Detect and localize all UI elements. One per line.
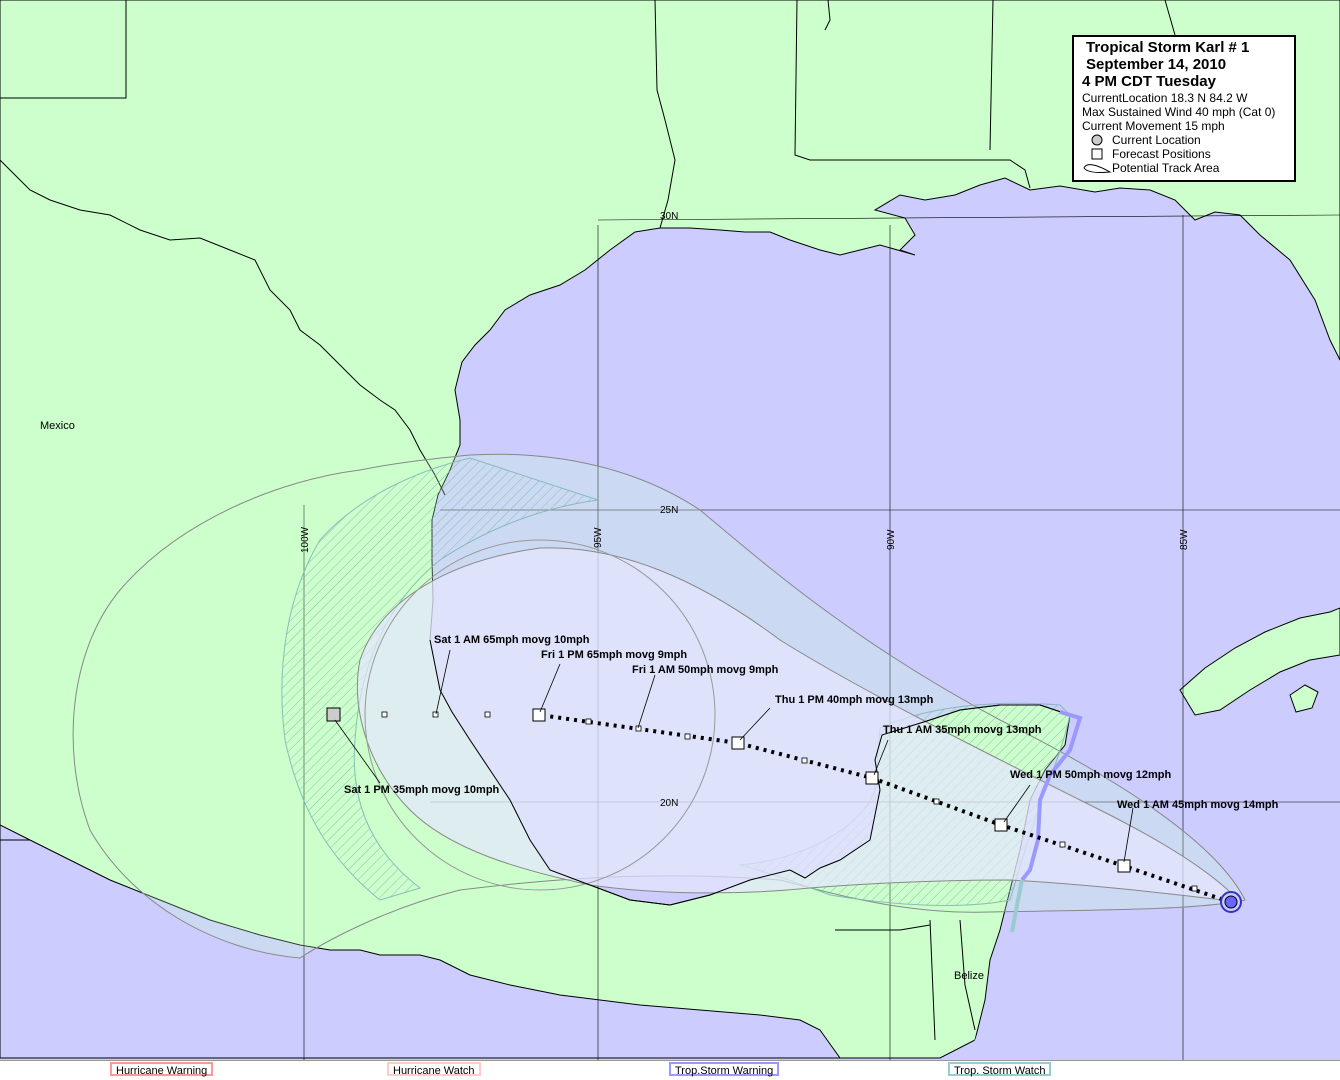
forecast-label-wed-1am: Wed 1 AM 45mph movg 14mph: [1117, 799, 1279, 811]
forecast-label-wed-1pm: Wed 1 PM 50mph movg 12mph: [1010, 769, 1171, 781]
storm-time: 4 PM CDT Tuesday: [1082, 73, 1216, 90]
place-label-mexico: Mexico: [40, 420, 75, 432]
key-track-label: Potential Track Area: [1112, 161, 1220, 175]
forecast-label-sat-1am: Sat 1 AM 65mph movg 10mph: [434, 634, 590, 646]
current-location-text: CurrentLocation 18.3 N 84.2 W: [1082, 91, 1248, 105]
key-current-location: Current Location: [1082, 133, 1286, 147]
ts-warning-key: Trop.Storm Warning: [669, 1062, 780, 1077]
key-current-label: Current Location: [1112, 133, 1201, 147]
forecast-position-sat-1pm: [326, 707, 341, 722]
lat-label-20n: 20N: [660, 798, 678, 809]
lon-label-100w: 100W: [300, 526, 311, 553]
place-label-belize: Belize: [954, 970, 984, 982]
max-wind-text: Max Sustained Wind 40 mph (Cat 0): [1082, 105, 1276, 119]
circle-icon: [1082, 134, 1112, 146]
key-potential-track: Potential Track Area: [1082, 161, 1286, 175]
forecast-label-thu-1am: Thu 1 AM 35mph movg 13mph: [883, 724, 1042, 736]
current-location-marker-inner: [1224, 895, 1238, 909]
key-forecast-positions: Forecast Positions: [1082, 147, 1286, 161]
forecast-label-fri-1pm: Fri 1 PM 65mph movg 9mph: [541, 649, 687, 661]
forecast-position-thu-1am: [865, 771, 879, 785]
lat-label-30n: 30N: [660, 211, 678, 222]
square-icon: [1082, 148, 1112, 160]
forecast-position-thu-1pm: [731, 736, 745, 750]
lon-label-90w: 90W: [886, 529, 897, 550]
lon-label-85w: 85W: [1179, 529, 1190, 550]
storm-title: Tropical Storm Karl # 1: [1086, 39, 1250, 56]
forecast-position-fri-1pm: [532, 708, 546, 722]
forecast-label-thu-1pm: Thu 1 PM 40mph movg 13mph: [775, 694, 934, 706]
cone-icon: [1082, 162, 1112, 174]
key-forecast-label: Forecast Positions: [1112, 147, 1211, 161]
storm-date: September 14, 2010: [1086, 56, 1227, 73]
ts-watch-key: Trop. Storm Watch: [948, 1062, 1052, 1077]
lat-label-25n: 25N: [660, 505, 678, 516]
forecast-label-sat-1pm: Sat 1 PM 35mph movg 10mph: [344, 784, 500, 796]
hurricane-warning-key: Hurricane Warning: [110, 1062, 214, 1077]
hurricane-watch-key: Hurricane Watch: [387, 1062, 481, 1077]
movement-text: Current Movement 15 mph: [1082, 119, 1225, 133]
forecast-label-fri-1am: Fri 1 AM 50mph movg 9mph: [632, 664, 779, 676]
lon-label-95w: 95W: [593, 527, 604, 548]
storm-info-legend: Tropical Storm Karl # 1 September 14, 20…: [1072, 35, 1296, 182]
